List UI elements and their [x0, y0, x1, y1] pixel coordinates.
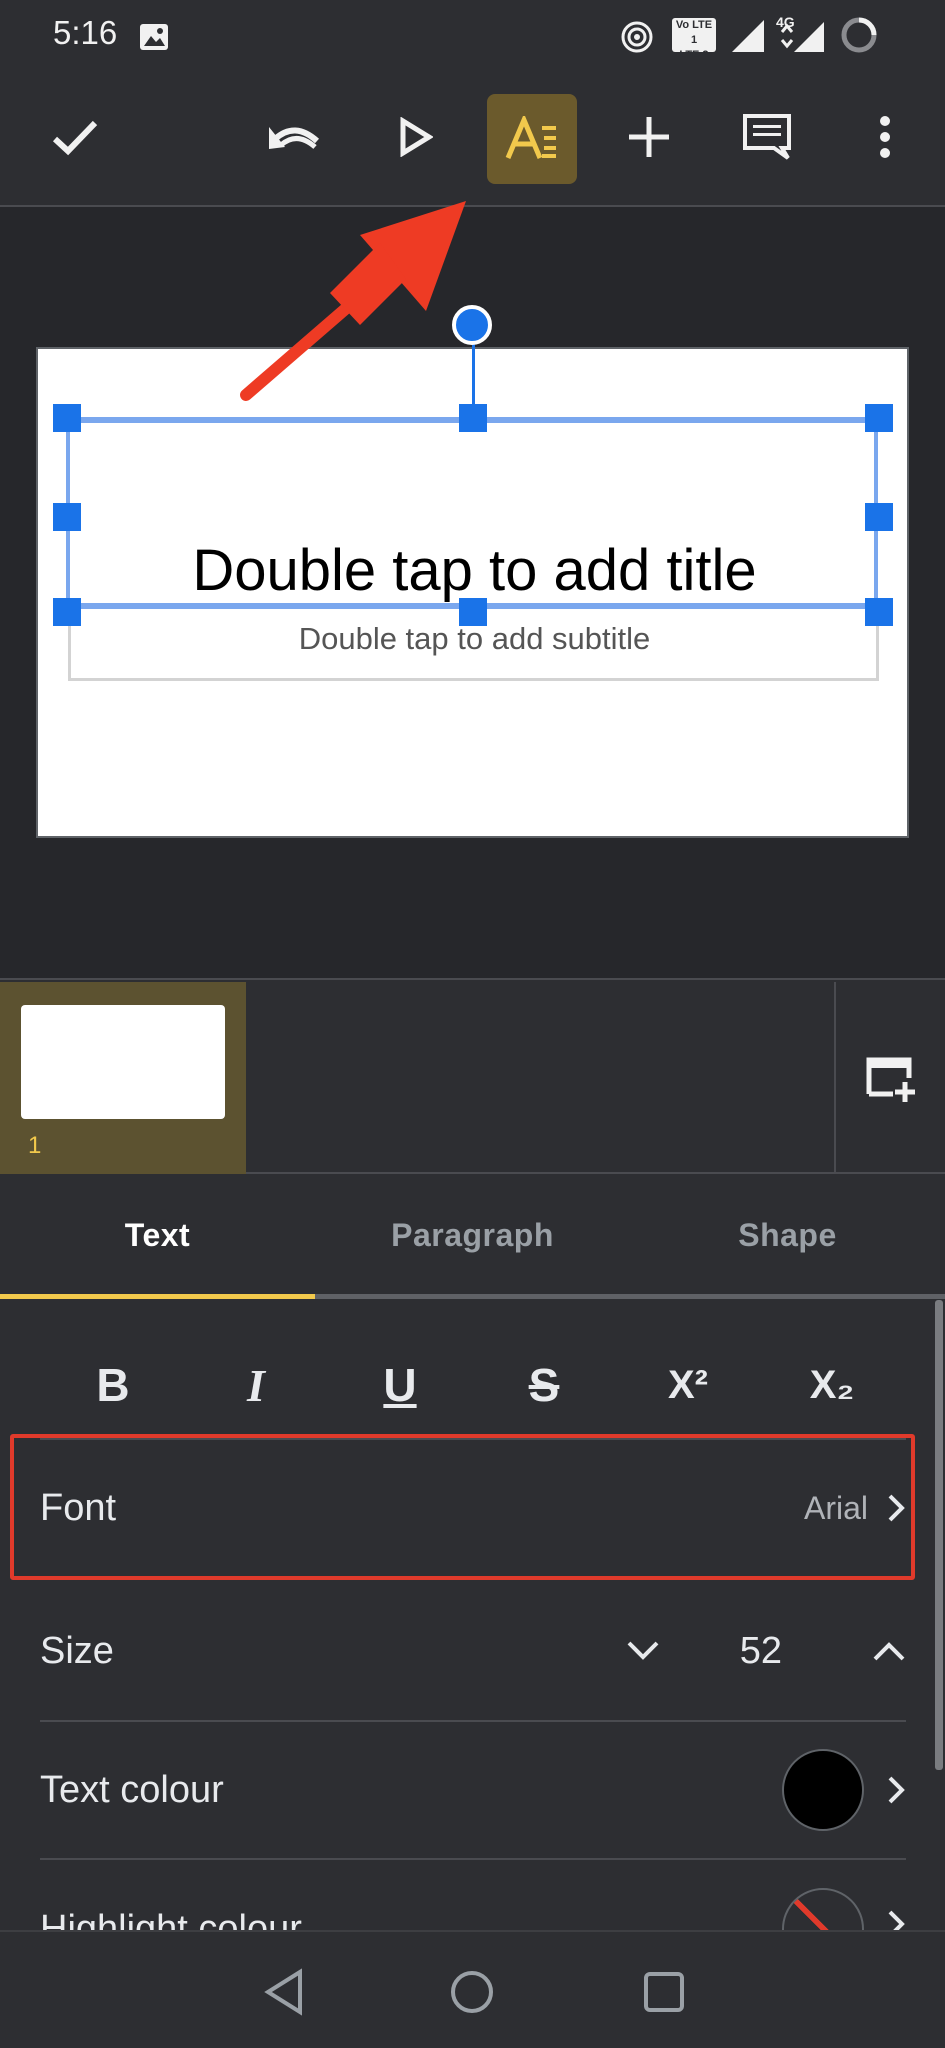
- add-icon: [629, 117, 669, 157]
- nav-back-button[interactable]: [252, 1960, 316, 2024]
- strikethrough-button[interactable]: S: [499, 1340, 589, 1430]
- nav-recents-button[interactable]: [632, 1960, 696, 2024]
- hotspot-icon: [621, 21, 653, 53]
- tab-active-indicator: [0, 1294, 315, 1299]
- text-colour-swatch: [782, 1749, 864, 1831]
- more-options-button[interactable]: [840, 92, 930, 182]
- text-format-panel: B I U S X² X₂ Font Arial Size 52 Text co…: [0, 1300, 945, 1930]
- recents-icon: [644, 1972, 684, 2012]
- slide-number: 1: [28, 1132, 42, 1159]
- superscript-button[interactable]: X²: [643, 1340, 733, 1430]
- highlight-colour-row[interactable]: Highlight colour: [40, 1858, 906, 1930]
- italic-button[interactable]: I: [211, 1340, 301, 1430]
- volte-label-1: Vo LTE 1: [675, 19, 713, 46]
- panel-scrollbar[interactable]: [935, 1300, 943, 1770]
- resize-handle-right[interactable]: [865, 503, 893, 531]
- undo-icon: [269, 127, 320, 149]
- resize-handle-top-left[interactable]: [53, 404, 81, 432]
- text-colour-label: Text colour: [40, 1768, 224, 1811]
- new-slide-button[interactable]: [834, 982, 945, 1174]
- text-format-button[interactable]: [487, 94, 577, 184]
- add-slide-icon: [866, 1057, 915, 1102]
- subscript-button[interactable]: X₂: [787, 1340, 877, 1430]
- slide-filmstrip: 1: [0, 982, 945, 1174]
- resize-handle-bottom-left[interactable]: [53, 598, 81, 626]
- comment-button[interactable]: [722, 92, 812, 182]
- underline-button[interactable]: U: [355, 1340, 445, 1430]
- text-colour-row[interactable]: Text colour: [40, 1720, 906, 1858]
- highlight-colour-swatch: [782, 1888, 864, 1930]
- tab-shape[interactable]: Shape: [630, 1176, 945, 1294]
- tab-paragraph[interactable]: Paragraph: [315, 1176, 630, 1294]
- nav-home-button[interactable]: [440, 1960, 504, 2024]
- home-icon: [451, 1971, 493, 2013]
- present-button[interactable]: [370, 92, 460, 182]
- volte-badge: Vo LTE 1 LTE 2: [672, 18, 716, 61]
- toolbar: [0, 70, 945, 207]
- subtitle-placeholder-text: Double tap to add subtitle: [298, 621, 651, 656]
- comment-icon: [743, 114, 791, 160]
- volte-label-2: LTE 2: [679, 49, 709, 61]
- highlight-colour-label: Highlight colour: [40, 1908, 302, 1930]
- check-icon: [52, 120, 98, 156]
- insert-button[interactable]: [604, 92, 694, 182]
- size-value: 52: [739, 1629, 782, 1672]
- annotation-arrow-icon: [240, 201, 466, 401]
- resize-handle-top-right[interactable]: [865, 404, 893, 432]
- slide-thumbnail-selected[interactable]: 1: [0, 982, 246, 1174]
- size-increase-icon[interactable]: [872, 1640, 906, 1662]
- size-label: Size: [40, 1629, 114, 1672]
- signal-icon-1: [732, 20, 764, 52]
- tab-text[interactable]: Text: [0, 1176, 315, 1294]
- slide-thumbnail[interactable]: [21, 1005, 225, 1119]
- system-nav-bar: [0, 1930, 945, 2048]
- format-tabs: Text Paragraph Shape: [0, 1176, 945, 1299]
- battery-saver-icon: [841, 17, 877, 53]
- done-button[interactable]: [30, 92, 120, 182]
- resize-handle-left[interactable]: [53, 503, 81, 531]
- status-bar: 5:16 Vo LTE 1 LTE 2 4G: [0, 0, 945, 70]
- size-row: Size 52: [40, 1582, 906, 1720]
- title-selection-frame[interactable]: [66, 417, 878, 609]
- more-vert-icon: [880, 116, 890, 158]
- undo-button[interactable]: [250, 92, 340, 182]
- resize-handle-bottom-right[interactable]: [865, 598, 893, 626]
- signal-icon-2: [780, 22, 824, 52]
- resize-handle-bottom[interactable]: [459, 598, 487, 626]
- annotation-highlight-box: [10, 1434, 915, 1580]
- chevron-right-icon: [888, 1776, 905, 1804]
- bold-button[interactable]: B: [68, 1340, 158, 1430]
- text-format-icon: [505, 116, 556, 159]
- status-time: 5:16: [53, 14, 118, 51]
- image-notification-icon: [140, 24, 168, 50]
- size-decrease-icon[interactable]: [626, 1640, 660, 1662]
- present-icon: [400, 117, 433, 157]
- chevron-right-icon: [888, 1910, 905, 1930]
- back-icon: [264, 1968, 302, 2016]
